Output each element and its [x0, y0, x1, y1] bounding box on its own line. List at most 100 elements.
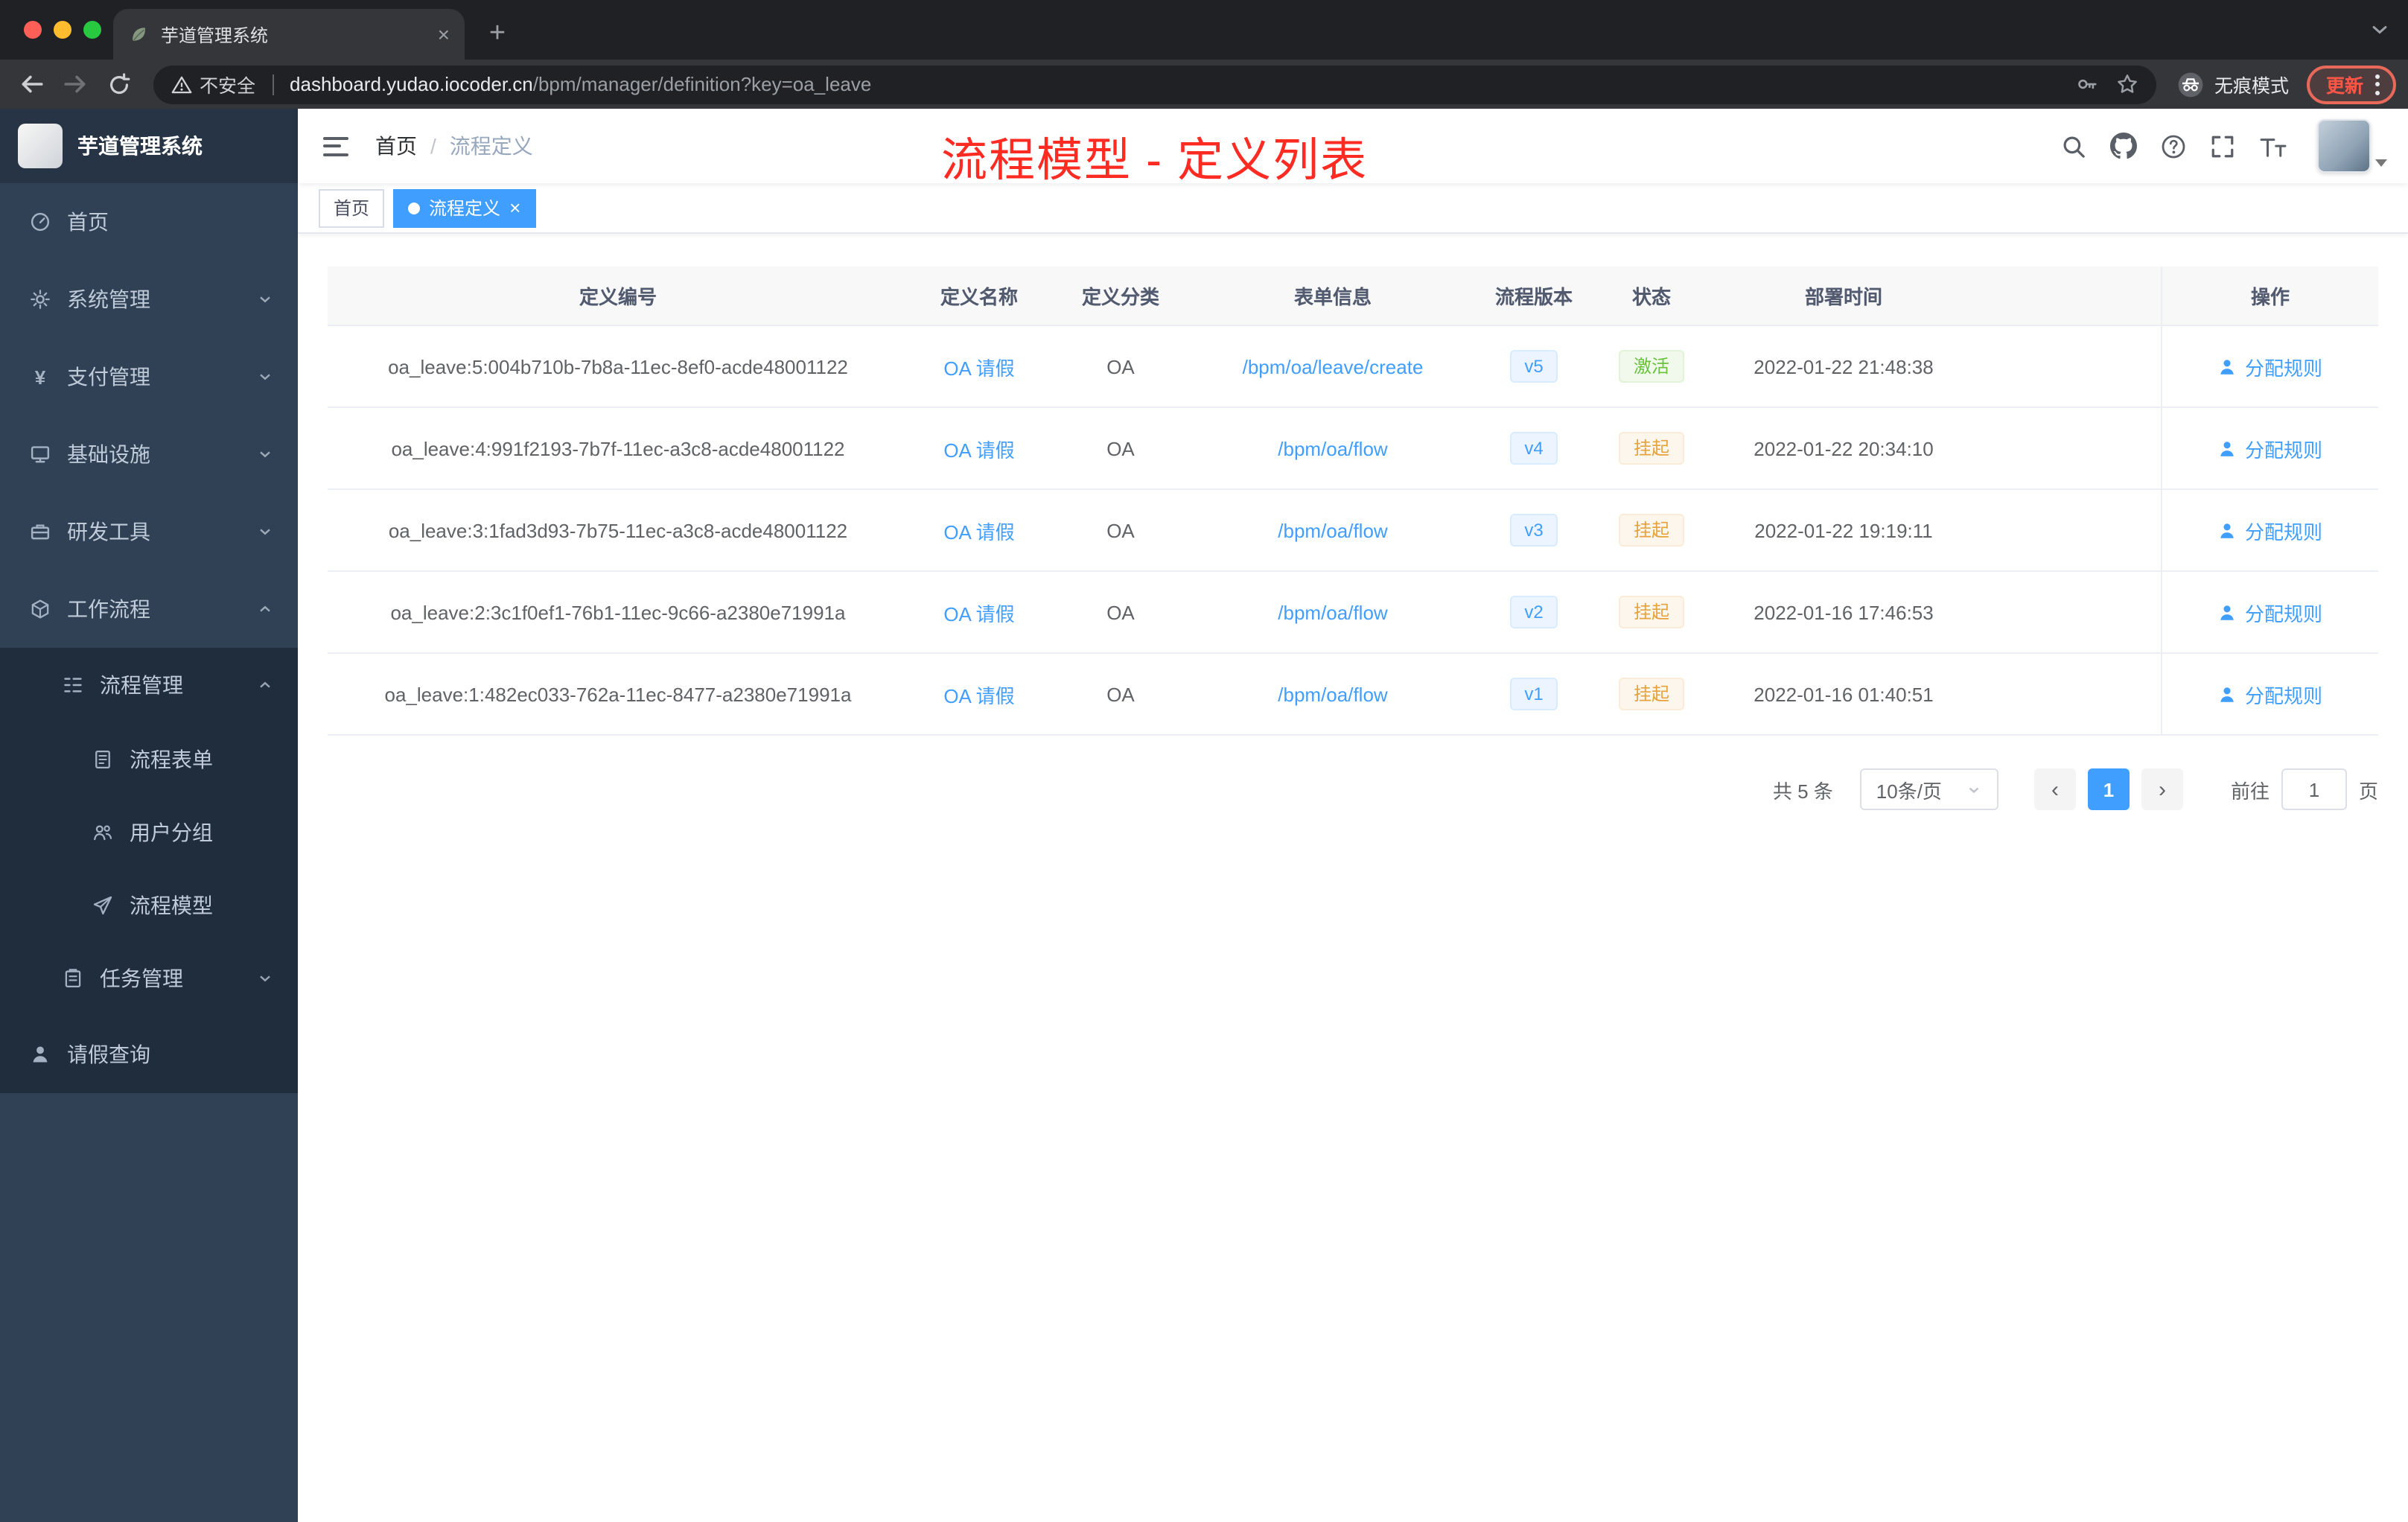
browser-tab[interactable]: 芋道管理系统 × — [113, 9, 465, 60]
sidebar-logo[interactable]: 芋道管理系统 — [0, 109, 298, 183]
definition-name-link[interactable]: OA 请假 — [943, 520, 1014, 543]
search-icon[interactable] — [2061, 133, 2086, 159]
forward-icon[interactable] — [55, 64, 95, 104]
tag-home[interactable]: 首页 — [319, 188, 385, 227]
minimize-window-button[interactable] — [54, 21, 71, 39]
sidebar-item-infrastructure[interactable]: 基础设施 — [0, 415, 298, 493]
definition-category: OA — [1106, 519, 1135, 541]
prev-page-button[interactable]: ‹ — [2033, 768, 2076, 810]
reload-icon[interactable] — [98, 64, 138, 104]
url-domain: dashboard.yudao.iocoder.cn — [290, 73, 533, 95]
sidebar-item-payment[interactable]: ¥ 支付管理 — [0, 338, 298, 415]
column-header: 定义分类 — [1081, 286, 1159, 308]
page-1-button[interactable]: 1 — [2087, 768, 2130, 810]
assign-rule-button[interactable]: 分配规则 — [2218, 516, 2322, 544]
status-badge: 激活 — [1618, 350, 1684, 383]
url-path: /bpm/manager/definition?key=oa_leave — [532, 73, 872, 95]
monitor-icon — [31, 446, 50, 463]
sidebar-item-workflow[interactable]: 工作流程 — [0, 570, 298, 648]
cube-icon — [31, 599, 49, 619]
fullscreen-icon[interactable] — [2210, 133, 2235, 159]
hamburger-icon[interactable] — [298, 109, 372, 183]
update-chip[interactable]: 更新 — [2306, 65, 2396, 104]
tag-close-icon[interactable]: × — [509, 198, 520, 217]
back-icon[interactable] — [12, 64, 52, 104]
avatar[interactable] — [2317, 119, 2371, 173]
sidebar-item-process-model[interactable]: 流程模型 — [0, 868, 298, 941]
table-row: oa_leave:4:991f2193-7b7f-11ec-a3c8-acde4… — [328, 408, 2378, 490]
user-icon — [2221, 523, 2235, 538]
tab-close-icon[interactable]: × — [438, 24, 450, 45]
table-row: oa_leave:2:3c1f0ef1-76b1-11ec-9c66-a2380… — [328, 572, 2378, 654]
bookmark-star-icon[interactable] — [2116, 73, 2138, 95]
sidebar-item-task-management[interactable]: 任务管理 — [0, 941, 298, 1016]
sidebar-item-leave-query[interactable]: 请假查询 — [0, 1016, 298, 1093]
deploy-time: 2022-01-22 21:48:38 — [1754, 355, 1934, 378]
sidebar-item-process-management[interactable]: 流程管理 — [0, 648, 298, 722]
github-icon[interactable] — [2110, 133, 2137, 159]
form-link[interactable]: /bpm/oa/flow — [1278, 683, 1387, 705]
tab-search-chevron-icon[interactable] — [2369, 19, 2390, 40]
assign-rule-button[interactable]: 分配规则 — [2218, 352, 2322, 380]
help-icon[interactable] — [2161, 133, 2186, 159]
table-header-row: 定义编号 定义名称 定义分类 表单信息 流程版本 状态 部署时间 操作 — [328, 267, 2378, 326]
page-size-select[interactable]: 10条/页 — [1859, 768, 1998, 810]
assign-rule-button[interactable]: 分配规则 — [2218, 598, 2322, 626]
column-header: 状态 — [1631, 286, 1671, 308]
favicon-leaf-icon — [133, 28, 145, 41]
assign-rule-button[interactable]: 分配规则 — [2218, 680, 2322, 708]
total-count: 共 5 条 — [1772, 780, 1833, 802]
form-link[interactable]: /bpm/oa/leave/create — [1243, 355, 1424, 378]
users-icon — [94, 824, 112, 840]
close-window-button[interactable] — [24, 21, 42, 39]
new-tab-button[interactable]: + — [477, 13, 518, 55]
sidebar-item-system[interactable]: 系统管理 — [0, 261, 298, 338]
goto-label: 前往 — [2230, 780, 2270, 802]
browser-menu-kebab-icon[interactable] — [2375, 74, 2380, 95]
chevron-up-icon — [260, 681, 270, 688]
maximize-window-button[interactable] — [83, 21, 101, 39]
breadcrumb-separator: / — [430, 134, 436, 158]
form-link[interactable]: /bpm/oa/flow — [1278, 601, 1387, 623]
password-key-icon[interactable] — [2076, 73, 2098, 95]
breadcrumb-home[interactable]: 首页 — [375, 131, 417, 161]
sidebar-item-label: 支付管理 — [67, 365, 150, 389]
column-header: 部署时间 — [1804, 286, 1882, 308]
tree-list-icon — [64, 678, 82, 692]
user-menu[interactable] — [2317, 119, 2387, 173]
column-header: 操作 — [2161, 267, 2378, 325]
form-link[interactable]: /bpm/oa/flow — [1278, 437, 1387, 459]
status-badge: 挂起 — [1618, 596, 1684, 628]
sidebar-item-user-group[interactable]: 用户分组 — [0, 795, 298, 868]
update-label: 更新 — [2325, 76, 2363, 97]
clipboard-icon — [65, 969, 81, 987]
goto-page-input[interactable] — [2281, 768, 2347, 810]
incognito-indicator: 无痕模式 — [2177, 70, 2289, 98]
browser-toolbar: 不安全 dashboard.yudao.iocoder.cn/bpm/manag… — [0, 60, 2408, 109]
incognito-icon — [2178, 71, 2203, 97]
sidebar: 芋道管理系统 首页 系统管理 ¥ 支付管理 基础设施 研发工具 工作流程 流程管… — [0, 109, 298, 1522]
sidebar-item-label: 工作流程 — [67, 597, 150, 621]
next-page-button[interactable]: › — [2141, 768, 2183, 810]
definition-name-link[interactable]: OA 请假 — [943, 684, 1014, 707]
definition-name-link[interactable]: OA 请假 — [943, 439, 1014, 461]
person-icon — [33, 1046, 48, 1063]
font-size-icon[interactable] — [2259, 135, 2287, 157]
sidebar-item-process-form[interactable]: 流程表单 — [0, 722, 298, 795]
status-badge: 挂起 — [1618, 514, 1684, 547]
sidebar-item-home[interactable]: 首页 — [0, 183, 298, 261]
tag-label: 首页 — [334, 198, 370, 219]
url-bar[interactable]: 不安全 dashboard.yudao.iocoder.cn/bpm/manag… — [153, 65, 2156, 104]
version-badge: v2 — [1509, 596, 1558, 628]
definition-name-link[interactable]: OA 请假 — [943, 357, 1014, 379]
definition-name-link[interactable]: OA 请假 — [943, 602, 1014, 625]
tag-process-definition[interactable]: 流程定义 × — [393, 188, 536, 227]
deploy-time: 2022-01-22 19:19:11 — [1754, 519, 1933, 541]
sidebar-item-devtools[interactable]: 研发工具 — [0, 493, 298, 570]
form-link[interactable]: /bpm/oa/flow — [1278, 519, 1387, 541]
security-chip[interactable]: 不安全 — [171, 70, 255, 98]
table-row: oa_leave:1:482ec033-762a-11ec-8477-a2380… — [328, 654, 2378, 736]
assign-rule-button[interactable]: 分配规则 — [2218, 434, 2322, 462]
column-header: 定义名称 — [940, 286, 1018, 308]
definition-id: oa_leave:1:482ec033-762a-11ec-8477-a2380… — [384, 683, 852, 705]
